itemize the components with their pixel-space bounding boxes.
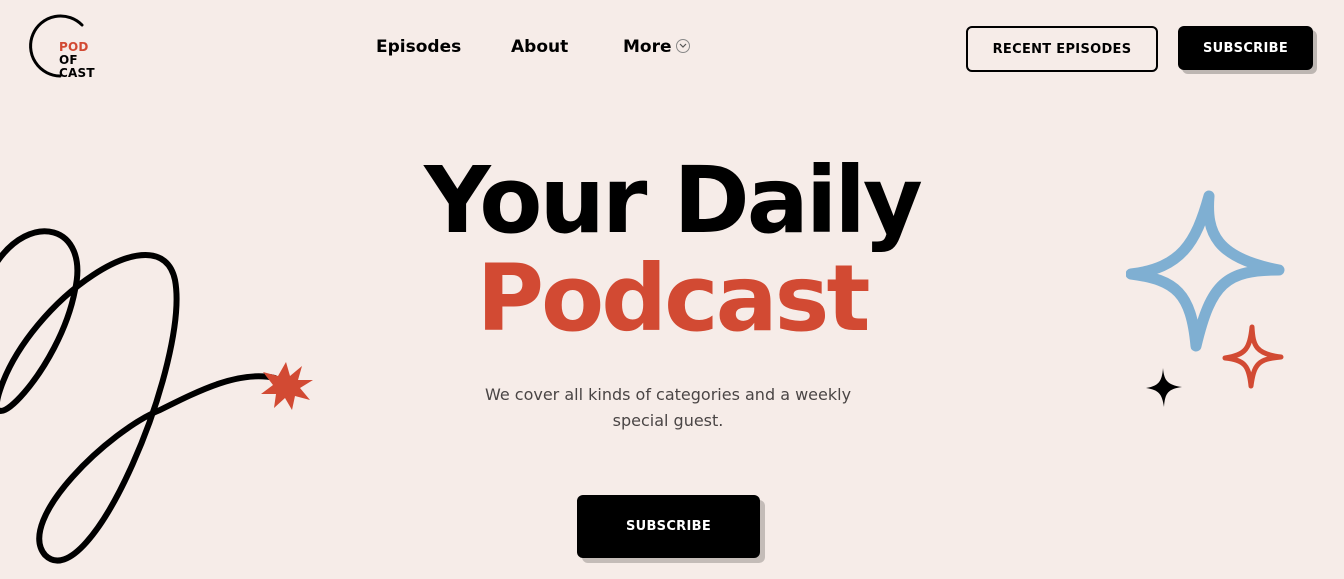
hero-subscribe-button[interactable]: SUBSCRIBE — [577, 495, 760, 558]
star-burst-icon — [261, 362, 313, 410]
nav-episodes-link[interactable]: Episodes — [376, 36, 461, 58]
hero-subtitle: We cover all kinds of categories and a w… — [484, 385, 852, 430]
logo-text-cast: CAST — [59, 66, 95, 80]
sparkle-black-icon — [1146, 368, 1182, 407]
chevron-down-icon — [675, 39, 690, 53]
nav-about-link[interactable]: About — [511, 36, 568, 58]
hero-title-line1: Your Daily — [424, 147, 923, 254]
nav-more-dropdown[interactable]: More — [623, 36, 690, 58]
recent-episodes-button[interactable]: RECENT EPISODES — [966, 26, 1158, 72]
header-subscribe-button[interactable]: SUBSCRIBE — [1178, 26, 1313, 70]
nav-more-label: More — [623, 37, 672, 57]
hero-title-line2: Podcast — [476, 245, 871, 352]
